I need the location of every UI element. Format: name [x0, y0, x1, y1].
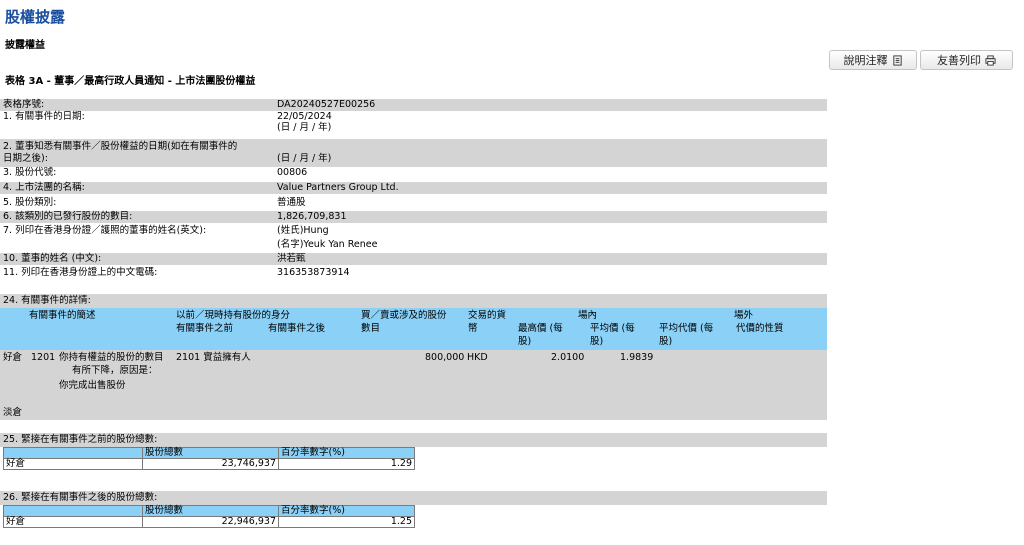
hdr-avgc-1: 平均代價 (每: [659, 323, 714, 334]
section24-label: 24. 有關事件的詳情:: [3, 295, 91, 306]
q11-value: 316353873914: [277, 267, 350, 278]
section26-table: 股份總數 百分率數字(%) 好倉 22,946,937 1.25: [3, 505, 415, 528]
section24-title-row: 24. 有關事件的詳情:: [0, 294, 827, 308]
hdr-before: 有關事件之前: [176, 323, 234, 334]
hdr-onexchange: 場內: [578, 310, 598, 321]
row-q11: 11. 列印在香港身份證上的中文電碼: 316353873914: [0, 267, 827, 279]
section25-table: 股份總數 百分率數字(%) 好倉 23,746,937 1.29: [3, 447, 415, 470]
form-title: 表格 3A - 董事／最高行政人員通知 - 上市法團股份權益: [5, 76, 256, 87]
d24-desc-2: 有所下降，原因是：: [72, 365, 158, 376]
q3-value: 00806: [277, 167, 308, 178]
s26-col-pct: 百分率數字(%): [278, 505, 415, 517]
hdr-currency-1: 交易的貨: [468, 310, 507, 321]
s26-row-label: 好倉: [3, 516, 143, 528]
d24-avg: 1.9839: [620, 352, 654, 363]
row-q7: 7. 列印在香港身份證／護照的董事的姓名(英文): (姓氏)Hung (名字)Y…: [0, 225, 827, 253]
d24-code: 1201: [31, 352, 56, 363]
q1-label: 1. 有關事件的日期:: [3, 111, 85, 122]
q10-value: 洪若甄: [277, 253, 306, 264]
q2-label-1: 2. 董事知悉有關事件／股份權益的日期(如在有關事件的: [3, 141, 238, 152]
hdr-avgc-2: 股): [659, 336, 673, 347]
q5-label: 5. 股份類別:: [3, 197, 57, 208]
q7-given: (名字)Yeuk Yan Renee: [277, 239, 378, 250]
hdr-avg-2: 股): [590, 336, 604, 347]
q4-value: Value Partners Group Ltd.: [277, 182, 399, 193]
section26-title-row: 26. 緊接在有關事件之後的股份總數:: [0, 491, 827, 505]
section24-header: 有關事件的簡述 以前／現時持有股份的身分 有關事件之前 有關事件之後 買／賣或涉…: [0, 308, 827, 350]
hdr-offexchange: 場外: [734, 310, 754, 321]
serial-label: 表格序號:: [3, 99, 45, 110]
page-subtitle: 披露權益: [5, 40, 45, 51]
q11-label: 11. 列印在香港身份證上的中文電碼:: [3, 267, 158, 278]
d24-desc-3: 你完成出售股份: [59, 380, 126, 391]
hdr-shares-2: 數目: [361, 323, 381, 334]
section26-label: 26. 緊接在有關事件之後的股份總數:: [3, 492, 158, 503]
d24-capacity-before: 2101 實益擁有人: [176, 352, 251, 363]
hdr-after: 有關事件之後: [268, 323, 326, 334]
printer-icon: [985, 54, 996, 66]
hdr-currency-2: 幣: [468, 323, 478, 334]
row-q10: 10. 董事的姓名 (中文): 洪若甄: [0, 253, 827, 265]
print-button-label: 友善列印: [937, 54, 981, 67]
row-q4: 4. 上市法團的名稱: Value Partners Group Ltd.: [0, 182, 827, 194]
section25-label: 25. 緊接在有關事件之前的股份總數:: [3, 434, 158, 445]
serial-value: DA20240527E00256: [277, 99, 376, 110]
hdr-high-1: 最高價 (每: [518, 323, 563, 334]
print-button[interactable]: 友善列印: [920, 50, 1013, 70]
q3-label: 3. 股份代號:: [3, 167, 57, 178]
d24-currency: HKD: [467, 352, 488, 363]
hdr-high-2: 股): [518, 336, 532, 347]
row-q1: 1. 有關事件的日期: 22/05/2024 (日 / 月 / 年): [0, 111, 827, 139]
s26-pct: 1.25: [278, 516, 415, 528]
q7-surname: (姓氏)Hung: [277, 225, 329, 236]
s25-pct: 1.29: [278, 458, 415, 470]
hdr-avg-1: 平均價 (每: [590, 323, 635, 334]
d24-shares: 800,000: [425, 352, 465, 363]
section25-title-row: 25. 緊接在有關事件之前的股份總數:: [0, 433, 827, 447]
q10-label: 10. 董事的姓名 (中文):: [3, 253, 102, 264]
q1-hint: (日 / 月 / 年): [277, 122, 332, 133]
row-serial: 表格序號: DA20240527E00256: [0, 99, 827, 111]
q2-label-2: 日期之後):: [3, 153, 48, 164]
hdr-consideration: 代價的性質: [736, 323, 784, 334]
hdr-capacity: 以前／現時持有股份的身分: [176, 310, 291, 321]
notes-button[interactable]: 說明注釋: [829, 50, 917, 70]
q7-label: 7. 列印在香港身份證／護照的董事的姓名(英文):: [3, 225, 207, 236]
q5-value: 普通股: [277, 197, 306, 208]
row-q3: 3. 股份代號: 00806: [0, 167, 827, 179]
row-q6: 6. 該類別的已發行股份的數目: 1,826,709,831: [0, 211, 827, 223]
s25-col-pct: 百分率數字(%): [278, 447, 415, 459]
d24-short-label: 淡倉: [3, 407, 23, 418]
notes-button-label: 說明注釋: [843, 54, 888, 67]
q6-label: 6. 該類別的已發行股份的數目:: [3, 211, 133, 222]
row-q2: 2. 董事知悉有關事件／股份權益的日期(如在有關事件的 日期之後): (日 / …: [0, 139, 827, 167]
s25-col-shares: 股份總數: [142, 447, 279, 459]
d24-high: 2.0100: [551, 352, 585, 363]
q4-label: 4. 上市法團的名稱:: [3, 182, 85, 193]
d24-position: 好倉: [3, 352, 23, 363]
row-q5: 5. 股份類別: 普通股: [0, 197, 827, 209]
d24-desc-1: 你持有權益的股份的數目: [59, 352, 164, 363]
q2-value: (日 / 月 / 年): [277, 153, 332, 164]
q1-value: 22/05/2024: [277, 111, 332, 122]
s25-shares: 23,746,937: [142, 458, 279, 470]
s26-col-shares: 股份總數: [142, 505, 279, 517]
s25-row-label: 好倉: [3, 458, 143, 470]
page-title: 股權披露: [5, 8, 66, 26]
hdr-event-desc: 有關事件的簡述: [29, 310, 96, 321]
q6-value: 1,826,709,831: [277, 211, 347, 222]
hdr-shares-1: 買／賣或涉及的股份: [361, 310, 447, 321]
section24-data: 好倉 1201 你持有權益的股份的數目 有所下降，原因是： 你完成出售股份 21…: [0, 350, 827, 420]
document-icon: [892, 54, 902, 66]
s26-shares: 22,946,937: [142, 516, 279, 528]
